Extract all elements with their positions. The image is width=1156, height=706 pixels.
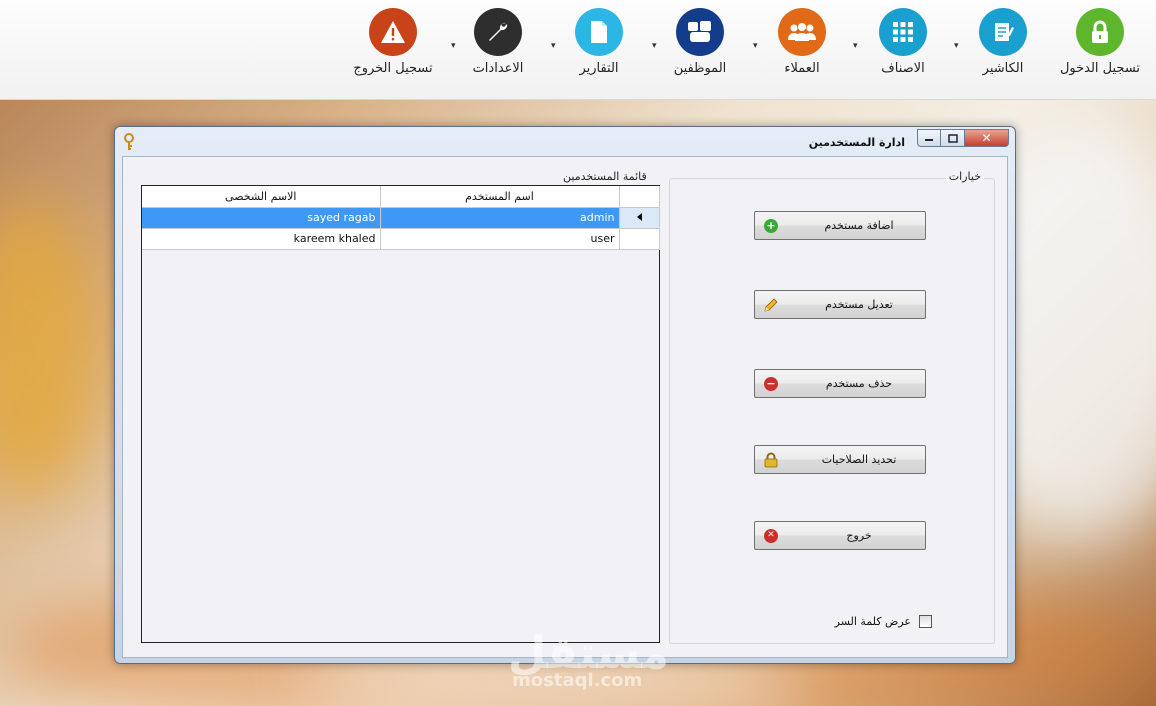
toolbar-items-button[interactable]: الاصناف (853, 8, 953, 76)
key-icon (123, 133, 135, 155)
toolbar-settings-label: الاعدادات (472, 61, 524, 76)
close-circle-icon: ✕ (763, 528, 779, 544)
add-user-label: اضافة مستخدم (824, 219, 894, 232)
window-close-button[interactable]: ✕ (965, 129, 1009, 147)
exit-button[interactable]: ✕ خروج (754, 521, 926, 550)
users-grid[interactable]: الاسم الشخصى اسم المستخدم sayed ragab ad… (141, 185, 660, 643)
toolbar-items-label: الاصناف (881, 61, 925, 76)
show-password-label: عرض كلمة السر (834, 615, 911, 628)
show-password-row: عرض كلمة السر (835, 615, 932, 628)
padlock-icon (763, 452, 779, 468)
row-header[interactable] (619, 228, 660, 250)
employees-icon (676, 8, 724, 56)
row-header-corner (619, 186, 660, 208)
users-management-window: ادارة المستخدمين ✕ قائمة المستخدمين الاس… (114, 126, 1016, 664)
toolbar-reports-label: التقارير (579, 61, 619, 76)
document-icon (575, 8, 623, 56)
window-controls: ✕ (917, 129, 1009, 147)
grid-header-row: الاسم الشخصى اسم المستخدم (142, 186, 660, 208)
cell-username[interactable]: admin (380, 207, 620, 229)
toolbar-employees-label: الموظفين (673, 61, 727, 76)
options-group: خيارات + اضافة مستخدم تعديل مستخدم − حذف… (669, 170, 995, 644)
cell-fullname[interactable]: sayed ragab (142, 207, 381, 229)
edit-user-button[interactable]: تعديل مستخدم (754, 290, 926, 319)
show-password-checkbox[interactable] (919, 615, 932, 628)
minimize-icon (925, 139, 933, 141)
table-row[interactable]: sayed ragab admin (142, 207, 660, 229)
toolbar-cashier-button[interactable]: الكاشير (953, 8, 1053, 76)
toolbar-logout-button[interactable]: تسجيل الخروج (343, 8, 443, 76)
pencil-icon (763, 297, 779, 313)
delete-user-button[interactable]: − حذف مستخدم (754, 369, 926, 398)
set-permissions-label: تحديد الصلاحيات (821, 453, 897, 466)
column-header-username[interactable]: اسم المستخدم (380, 186, 620, 208)
wrench-icon (474, 8, 522, 56)
toolbar-customers-label: العملاء (784, 61, 820, 76)
toolbar-settings-button[interactable]: الاعدادات (448, 8, 548, 76)
main-toolbar: تسجيل الدخول ▾ الكاشير ▾ الاصناف ▾ العمل… (0, 0, 1156, 100)
add-user-button[interactable]: + اضافة مستخدم (754, 211, 926, 240)
toolbar-logout-label: تسجيل الخروج (353, 61, 433, 76)
toolbar-login-label: تسجيل الدخول (1059, 61, 1141, 76)
window-title: ادارة المستخدمين (808, 136, 905, 149)
minimize-button[interactable] (917, 129, 941, 147)
options-group-title: خيارات (945, 170, 984, 183)
users-group-icon (778, 8, 826, 56)
set-permissions-button[interactable]: تحديد الصلاحيات (754, 445, 926, 474)
toolbar-reports-button[interactable]: التقارير (549, 8, 649, 76)
users-list-title: قائمة المستخدمين (563, 170, 647, 183)
edit-user-label: تعديل مستخدم (825, 298, 893, 311)
background-blur (0, 200, 100, 500)
warning-icon (369, 8, 417, 56)
watermark-domain: mostaql.com (512, 670, 643, 691)
cell-fullname[interactable]: kareem khaled (142, 228, 381, 250)
remove-circle-icon: − (763, 376, 779, 392)
maximize-icon (947, 133, 958, 143)
exit-label: خروج (846, 529, 872, 542)
delete-user-label: حذف مستخدم (825, 377, 893, 390)
add-circle-icon: + (763, 218, 779, 234)
toolbar-employees-button[interactable]: الموظفين (650, 8, 750, 76)
row-header[interactable] (619, 207, 660, 229)
toolbar-login-button[interactable]: تسجيل الدخول (1050, 8, 1150, 76)
notepad-icon (979, 8, 1027, 56)
lock-icon (1076, 8, 1124, 56)
current-row-arrow-icon (636, 213, 642, 221)
table-row[interactable]: kareem khaled user (142, 228, 660, 250)
cell-username[interactable]: user (380, 228, 620, 250)
close-icon: ✕ (981, 131, 992, 145)
toolbar-cashier-label: الكاشير (982, 61, 1024, 76)
grid-icon (879, 8, 927, 56)
window-client-area: قائمة المستخدمين الاسم الشخصى اسم المستخ… (122, 156, 1008, 658)
column-header-fullname[interactable]: الاسم الشخصى (142, 186, 381, 208)
maximize-button[interactable] (941, 129, 965, 147)
toolbar-customers-button[interactable]: العملاء (752, 8, 852, 76)
